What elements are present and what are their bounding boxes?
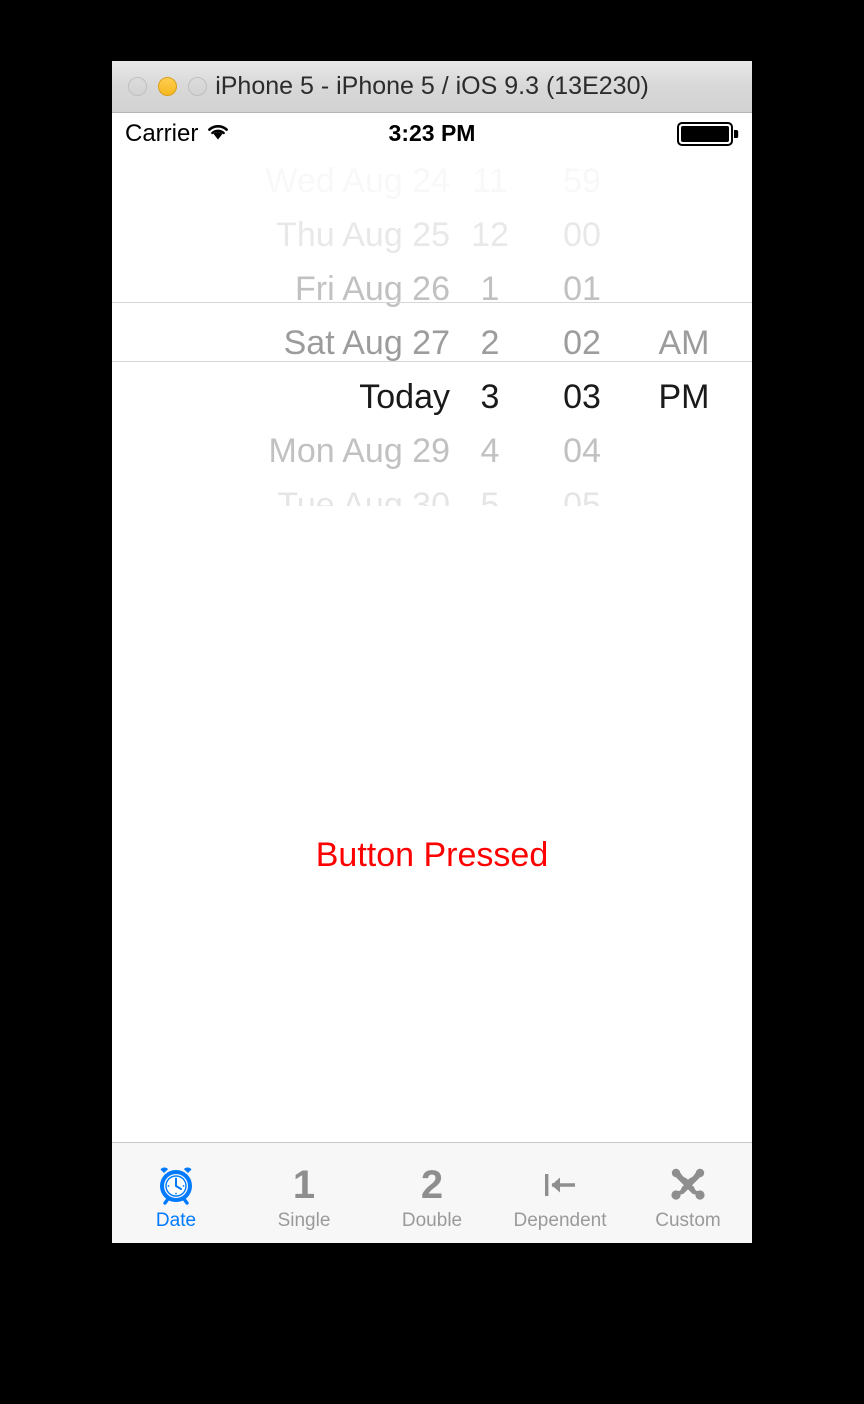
picker-cell-hour[interactable]: 5 [450, 486, 530, 507]
picker-row[interactable]: Wed Aug 24 11 59 [112, 154, 752, 208]
zoom-button[interactable] [188, 77, 207, 96]
date-time-picker[interactable]: Wed Aug 24 11 59 Thu Aug 25 12 00 Fri Au… [112, 154, 752, 506]
picker-cell-date[interactable]: Thu Aug 25 [112, 216, 450, 255]
alarm-clock-icon [155, 1163, 197, 1207]
ios-screen: Carrier 3:23 PM Wed Aug 24 11 59 Thu Aug… [112, 113, 752, 1243]
picker-row[interactable]: Sat Aug 27 2 02 AM [112, 316, 752, 370]
picker-cell-minute[interactable]: 05 [530, 486, 634, 507]
carrier-label: Carrier [125, 119, 199, 147]
picker-cell-hour[interactable]: 11 [450, 162, 530, 201]
tab-label: Double [401, 1209, 463, 1231]
picker-cell-hour[interactable]: 4 [450, 432, 530, 471]
window-title: iPhone 5 - iPhone 5 / iOS 9.3 (13E230) [215, 72, 649, 100]
arrow-to-line-left-icon [539, 1163, 581, 1207]
picker-cell-hour[interactable]: 2 [450, 324, 530, 363]
tab-label: Single [277, 1209, 331, 1231]
window-titlebar[interactable]: iPhone 5 - iPhone 5 / iOS 9.3 (13E230) [112, 61, 752, 113]
picker-row[interactable]: Mon Aug 29 4 04 [112, 424, 752, 478]
picker-row[interactable]: Fri Aug 26 1 01 [112, 262, 752, 316]
tab-dependent[interactable]: Dependent [496, 1143, 624, 1243]
picker-cell-hour[interactable]: 1 [450, 270, 530, 309]
picker-cell-minute[interactable]: 02 [530, 324, 634, 363]
picker-cell-date[interactable]: Fri Aug 26 [112, 270, 450, 309]
picker-cell-minute[interactable]: 01 [530, 270, 634, 309]
battery-full-icon [677, 121, 739, 147]
wifi-icon [205, 121, 231, 146]
tab-bar: Date 1 Single 2 Double Dependent Custom [112, 1142, 752, 1243]
picker-cell-minute[interactable]: 59 [530, 162, 634, 201]
number-one-icon: 1 [292, 1162, 316, 1207]
tab-label: Date [155, 1209, 197, 1231]
picker-cell-hour[interactable]: 12 [450, 216, 530, 255]
number-two-icon: 2 [420, 1162, 444, 1207]
simulator-window: iPhone 5 - iPhone 5 / iOS 9.3 (13E230) C… [112, 61, 752, 1243]
status-message: Button Pressed [315, 836, 549, 874]
picker-row[interactable]: Thu Aug 25 12 00 [112, 208, 752, 262]
minimize-button[interactable] [158, 77, 177, 96]
picker-cell-period[interactable]: AM [634, 324, 734, 363]
picker-cell-date[interactable]: Tue Aug 30 [112, 486, 450, 507]
hammer-wrench-icon [667, 1163, 709, 1207]
picker-cell-minute[interactable]: 03 [530, 378, 634, 417]
picker-cell-period[interactable]: PM [634, 378, 734, 417]
status-bar: Carrier 3:23 PM [112, 113, 752, 154]
content-area: Button Pressed [112, 506, 752, 1186]
picker-row[interactable]: Tue Aug 30 5 05 [112, 478, 752, 507]
picker-row-selected[interactable]: Today 3 03 PM [112, 370, 752, 424]
tab-label: Dependent [513, 1209, 607, 1231]
picker-cell-hour[interactable]: 3 [450, 378, 530, 417]
picker-cell-date[interactable]: Wed Aug 24 [112, 162, 450, 201]
picker-cell-date[interactable]: Today [112, 378, 450, 417]
close-button[interactable] [128, 77, 147, 96]
picker-cell-date[interactable]: Mon Aug 29 [112, 432, 450, 471]
picker-cell-minute[interactable]: 04 [530, 432, 634, 471]
carrier-group: Carrier [125, 120, 231, 148]
picker-rows[interactable]: Wed Aug 24 11 59 Thu Aug 25 12 00 Fri Au… [112, 154, 752, 507]
tab-date[interactable]: Date [112, 1143, 240, 1243]
tab-custom[interactable]: Custom [624, 1143, 752, 1243]
tab-double[interactable]: 2 Double [368, 1143, 496, 1243]
tab-label: Custom [655, 1209, 721, 1231]
picker-cell-minute[interactable]: 00 [530, 216, 634, 255]
window-controls [112, 77, 207, 96]
picker-cell-date[interactable]: Sat Aug 27 [112, 324, 450, 363]
tab-single[interactable]: 1 Single [240, 1143, 368, 1243]
